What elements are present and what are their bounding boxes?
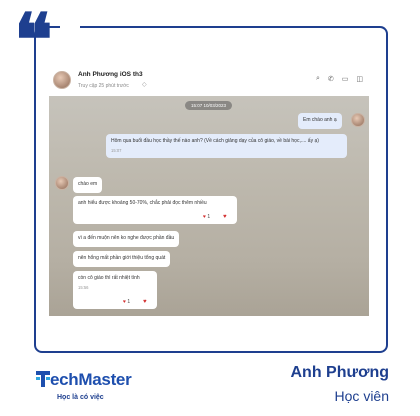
message-text: vì a đến muộn nên ko nghe được phần đầu: [78, 235, 175, 241]
contact-name[interactable]: Anh Phương iOS th3: [78, 71, 143, 78]
message-text: chào em: [78, 181, 98, 187]
message-time: 15:07: [111, 147, 122, 153]
message-text: Hôm qua buổi đầu học thầy thế nào anh? (…: [111, 138, 319, 144]
message-text: nên hổng mất phần giới thiệu tổng quát: [78, 255, 166, 261]
contact-status: Truy cập 25 phút trước: [78, 83, 129, 89]
search-icon[interactable]: ⌕: [316, 75, 320, 83]
heart-react-icon[interactable]: ♥: [223, 213, 227, 222]
reaction-count[interactable]: ♥ 1: [123, 299, 130, 307]
message-text: Em chào anh ạ: [303, 117, 337, 123]
frame-gap: [60, 18, 80, 32]
date-separator: 15:07 10/03/2023: [185, 101, 233, 110]
message-bubble[interactable]: chào em: [73, 177, 103, 193]
student-role: Học viên: [334, 388, 389, 404]
message-bubble[interactable]: anh hiểu được khoảng 50-70%, chắc phải đ…: [73, 196, 237, 224]
message-bubble[interactable]: còn cô giáo thì rất nhiệt tình 15:56 ♥ 1…: [73, 271, 157, 309]
phone-icon[interactable]: ✆: [328, 75, 334, 83]
student-name: Anh Phương: [290, 364, 390, 381]
logo-tagline: Học là có việc: [57, 394, 104, 401]
message-time: 15:56: [78, 284, 89, 290]
tag-icon[interactable]: ◇: [142, 81, 147, 88]
message-bubble[interactable]: vì a đến muộn nên ko nghe được phần đầu: [73, 231, 180, 247]
contact-avatar-small[interactable]: [55, 176, 69, 190]
message-list[interactable]: 15:07 10/03/2023 Em chào anh ạ Hôm qua b…: [49, 96, 369, 316]
message-text: anh hiểu được khoảng 50-70%, chắc phải đ…: [78, 200, 207, 206]
message-bubble[interactable]: Em chào anh ạ: [298, 113, 342, 129]
quote-mark-icon: ❝: [14, 0, 53, 82]
contact-avatar[interactable]: [53, 71, 71, 89]
chat-screenshot: Anh Phương iOS th3 Truy cập 25 phút trướ…: [49, 66, 369, 316]
message-text: còn cô giáo thì rất nhiệt tình: [78, 275, 140, 281]
reaction-count[interactable]: ♥ 1: [203, 214, 210, 222]
header-actions: ⌕ ✆ ▭ ◫: [316, 75, 363, 83]
logo-text: echMaster: [50, 370, 132, 389]
heart-react-icon[interactable]: ♥: [143, 298, 147, 307]
message-bubble[interactable]: Hôm qua buổi đầu học thầy thế nào anh? (…: [106, 134, 347, 158]
logo-t-icon: [36, 371, 50, 387]
chat-header: Anh Phương iOS th3 Truy cập 25 phút trướ…: [49, 66, 369, 96]
sidebar-toggle-icon[interactable]: ◫: [356, 75, 363, 83]
self-avatar[interactable]: [351, 113, 365, 127]
message-bubble[interactable]: nên hổng mất phần giới thiệu tổng quát: [73, 251, 171, 267]
video-call-icon[interactable]: ▭: [342, 75, 349, 83]
